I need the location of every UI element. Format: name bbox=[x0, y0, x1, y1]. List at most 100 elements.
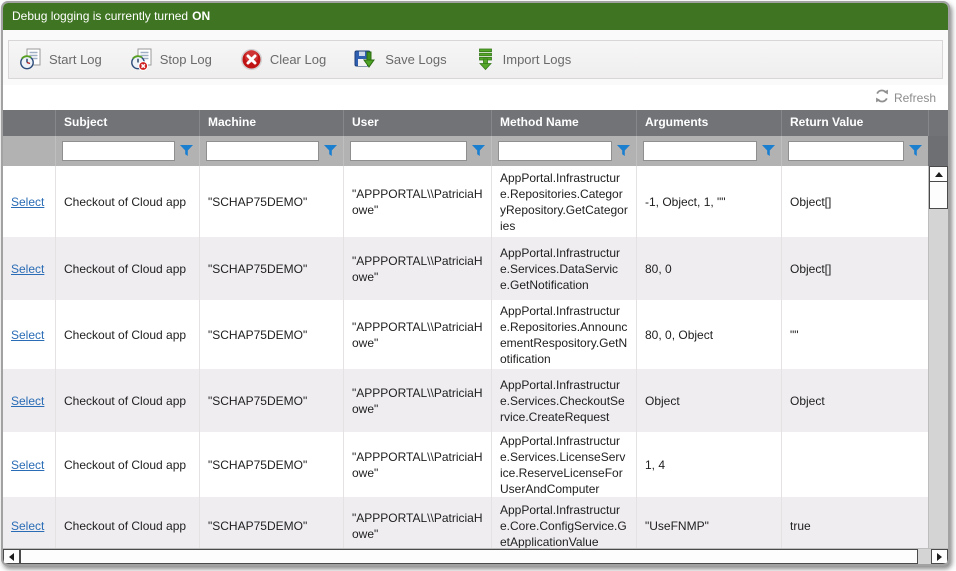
grid-header-row: Subject Machine User Method Name Argumen… bbox=[3, 110, 948, 136]
method-name-cell: AppPortal.Infrastructure.Repositories.An… bbox=[491, 300, 636, 369]
method-name-cell: AppPortal.Infrastructure.Services.DataSe… bbox=[491, 237, 636, 300]
grid-filter-row bbox=[3, 136, 948, 166]
return-value-cell: "" bbox=[781, 300, 928, 369]
vertical-scrollbar[interactable] bbox=[928, 166, 948, 548]
user-cell: "APPPORTAL\\PatriciaHowe" bbox=[343, 166, 491, 237]
scroll-right-button[interactable] bbox=[931, 549, 948, 564]
arguments-cell: 80, 0 bbox=[636, 237, 781, 300]
header-machine[interactable]: Machine bbox=[199, 110, 343, 136]
import-logs-label: Import Logs bbox=[503, 52, 572, 67]
method-name-cell: AppPortal.Infrastructure.Core.ConfigServ… bbox=[491, 497, 636, 548]
arguments-cell: "UseFNMP" bbox=[636, 497, 781, 548]
filter-icon-machine[interactable] bbox=[324, 145, 337, 157]
log-toolbar: Start Log bbox=[8, 40, 943, 79]
horizontal-scrollbar-track[interactable] bbox=[20, 549, 931, 564]
horizontal-scrollbar[interactable] bbox=[3, 548, 948, 564]
clear-log-button[interactable]: Clear Log bbox=[240, 48, 326, 71]
refresh-icon[interactable] bbox=[875, 89, 889, 106]
row-select-cell: Select bbox=[3, 432, 55, 497]
clear-log-label: Clear Log bbox=[270, 52, 326, 67]
filter-icon-method-name[interactable] bbox=[617, 145, 630, 157]
filter-input-method-name[interactable] bbox=[498, 141, 612, 161]
banner-status: ON bbox=[192, 9, 210, 23]
method-name-cell: AppPortal.Infrastructure.Services.Checko… bbox=[491, 369, 636, 432]
user-cell: "APPPORTAL\\PatriciaHowe" bbox=[343, 237, 491, 300]
return-value-cell: Object[] bbox=[781, 237, 928, 300]
filter-icon-user[interactable] bbox=[472, 145, 485, 157]
table-row: Select Checkout of Cloud app "SCHAP75DEM… bbox=[3, 369, 948, 432]
vertical-scrollbar-thumb[interactable] bbox=[929, 182, 948, 209]
table-row: Select Checkout of Cloud app "SCHAP75DEM… bbox=[3, 166, 948, 237]
user-cell: "APPPORTAL\\PatriciaHowe" bbox=[343, 497, 491, 548]
select-link[interactable]: Select bbox=[11, 327, 44, 343]
user-cell: "APPPORTAL\\PatriciaHowe" bbox=[343, 300, 491, 369]
row-select-cell: Select bbox=[3, 237, 55, 300]
filter-cell-arguments bbox=[636, 136, 781, 166]
filter-cell-method-name bbox=[491, 136, 636, 166]
filter-input-user[interactable] bbox=[350, 141, 467, 161]
stop-log-icon bbox=[130, 48, 153, 71]
user-cell: "APPPORTAL\\PatriciaHowe" bbox=[343, 432, 491, 497]
filter-cell-user bbox=[343, 136, 491, 166]
header-method-name[interactable]: Method Name bbox=[491, 110, 636, 136]
clear-log-icon bbox=[240, 48, 263, 71]
method-name-cell: AppPortal.Infrastructure.Repositories.Ca… bbox=[491, 166, 636, 237]
refresh-row: Refresh bbox=[3, 85, 948, 110]
header-arguments[interactable]: Arguments bbox=[636, 110, 781, 136]
filter-cell-subject bbox=[55, 136, 199, 166]
debug-status-banner: Debug logging is currently turned ON bbox=[3, 3, 948, 30]
filter-icon-arguments[interactable] bbox=[762, 145, 775, 157]
stop-log-label: Stop Log bbox=[160, 52, 212, 67]
save-logs-button[interactable]: Save Logs bbox=[354, 48, 446, 71]
filter-icon-subject[interactable] bbox=[180, 145, 193, 157]
row-select-cell: Select bbox=[3, 300, 55, 369]
select-link[interactable]: Select bbox=[11, 261, 44, 277]
return-value-cell: true bbox=[781, 497, 928, 548]
table-row: Select Checkout of Cloud app "SCHAP75DEM… bbox=[3, 237, 948, 300]
toolbar-zone: Start Log bbox=[3, 30, 948, 85]
return-value-cell bbox=[781, 432, 928, 497]
banner-message: Debug logging is currently turned bbox=[12, 9, 188, 23]
subject-cell: Checkout of Cloud app bbox=[55, 166, 199, 237]
machine-cell: "SCHAP75DEMO" bbox=[199, 497, 343, 548]
filter-input-return-value[interactable] bbox=[788, 141, 904, 161]
import-logs-button[interactable]: Import Logs bbox=[475, 48, 572, 71]
machine-cell: "SCHAP75DEMO" bbox=[199, 369, 343, 432]
select-link[interactable]: Select bbox=[11, 457, 44, 473]
header-user[interactable]: User bbox=[343, 110, 491, 136]
scroll-up-button[interactable] bbox=[929, 166, 948, 182]
subject-cell: Checkout of Cloud app bbox=[55, 237, 199, 300]
filter-cell-return-value bbox=[781, 136, 928, 166]
select-link[interactable]: Select bbox=[11, 518, 44, 534]
filter-input-arguments[interactable] bbox=[643, 141, 757, 161]
select-link[interactable]: Select bbox=[11, 194, 44, 210]
filter-scrollbar-spacer bbox=[928, 136, 948, 166]
horizontal-scrollbar-thumb[interactable] bbox=[20, 549, 918, 564]
debug-log-window: Debug logging is currently turned ON bbox=[1, 1, 950, 566]
start-log-label: Start Log bbox=[49, 52, 102, 67]
start-log-button[interactable]: Start Log bbox=[19, 48, 102, 71]
subject-cell: Checkout of Cloud app bbox=[55, 300, 199, 369]
row-select-cell: Select bbox=[3, 497, 55, 548]
stop-log-button[interactable]: Stop Log bbox=[130, 48, 212, 71]
arguments-cell: 1, 4 bbox=[636, 432, 781, 497]
filter-cell-select bbox=[3, 136, 55, 166]
header-select bbox=[3, 110, 55, 136]
filter-icon-return-value[interactable] bbox=[909, 145, 922, 157]
user-cell: "APPPORTAL\\PatriciaHowe" bbox=[343, 369, 491, 432]
select-link[interactable]: Select bbox=[11, 393, 44, 409]
up-arrow-icon bbox=[935, 172, 943, 177]
machine-cell: "SCHAP75DEMO" bbox=[199, 300, 343, 369]
save-logs-label: Save Logs bbox=[385, 52, 446, 67]
filter-input-subject[interactable] bbox=[62, 141, 175, 161]
header-subject[interactable]: Subject bbox=[55, 110, 199, 136]
scroll-left-button[interactable] bbox=[3, 549, 20, 564]
log-grid: Subject Machine User Method Name Argumen… bbox=[3, 110, 948, 564]
arguments-cell: -1, Object, 1, "" bbox=[636, 166, 781, 237]
header-return-value[interactable]: Return Value bbox=[781, 110, 928, 136]
filter-cell-machine bbox=[199, 136, 343, 166]
filter-input-machine[interactable] bbox=[206, 141, 319, 161]
refresh-label[interactable]: Refresh bbox=[894, 91, 936, 105]
subject-cell: Checkout of Cloud app bbox=[55, 369, 199, 432]
method-name-cell: AppPortal.Infrastructure.Services.Licens… bbox=[491, 432, 636, 497]
